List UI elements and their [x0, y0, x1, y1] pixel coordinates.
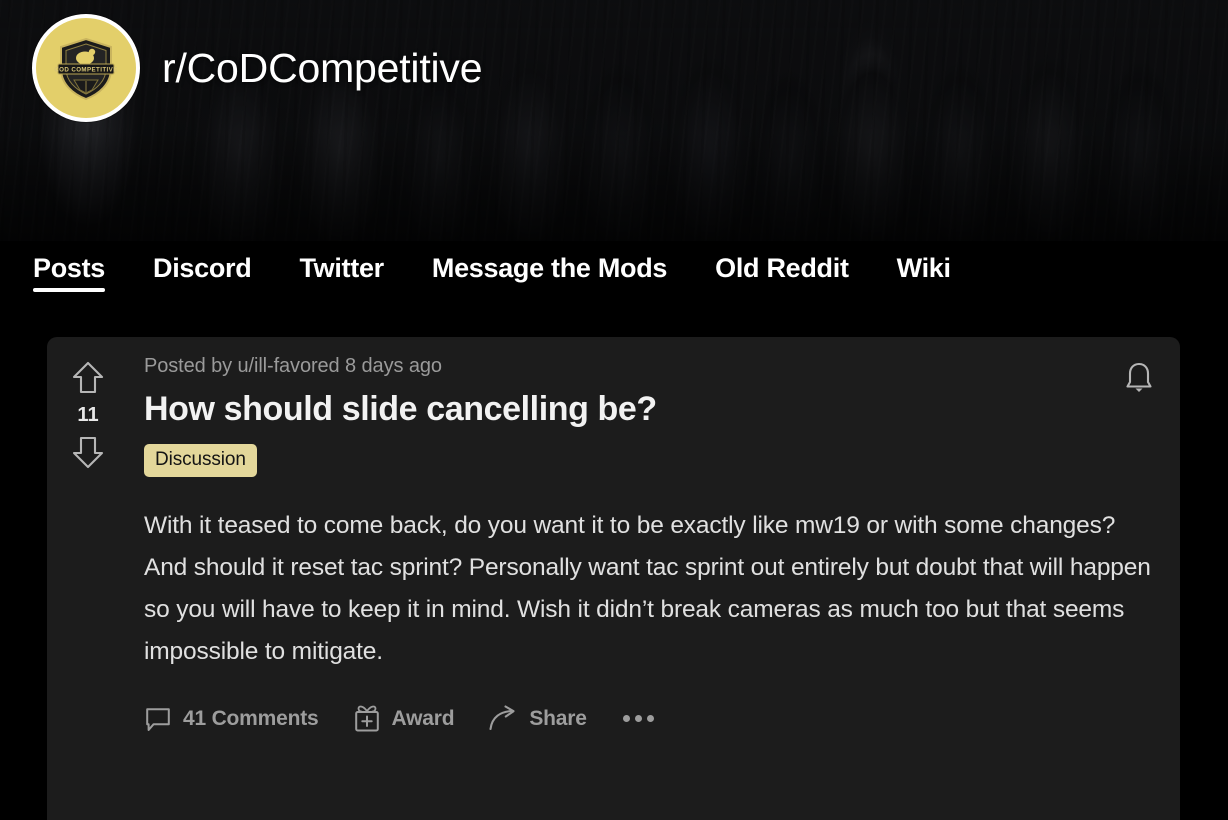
upvote-button[interactable]	[67, 357, 109, 399]
more-dots-icon	[622, 715, 630, 723]
more-dots-icon	[646, 715, 654, 723]
vote-column: 11	[47, 337, 129, 820]
share-button[interactable]: Share	[488, 705, 587, 733]
post-byline: Posted by u/ill-favored 8 days ago	[144, 355, 442, 377]
share-label: Share	[529, 706, 587, 730]
nav-tab-wiki[interactable]: Wiki	[897, 253, 951, 296]
community-nav: Posts Discord Twitter Message the Mods O…	[0, 241, 1228, 333]
cod-competitive-shield-logo-icon: COD COMPETITIVE	[54, 37, 117, 101]
nav-tab-message-the-mods-label: Message the Mods	[431, 253, 668, 283]
community-avatar[interactable]: COD COMPETITIVE	[32, 14, 140, 122]
nav-tab-message-the-mods[interactable]: Message the Mods	[431, 253, 668, 296]
nav-tab-twitter[interactable]: Twitter	[299, 253, 384, 296]
arrow-down-icon	[72, 436, 104, 469]
post-score: 11	[77, 404, 99, 426]
post-flair[interactable]: Discussion	[144, 444, 257, 478]
post-body-text: With it teased to come back, do you want…	[144, 512, 1151, 666]
post-card: 11 Posted by u/ill-favored 8 days ago Ho…	[47, 337, 1180, 820]
community-header: COD COMPETITIVE r/CoDCompetitive	[32, 14, 483, 122]
arrow-up-icon	[72, 361, 104, 394]
comment-bubble-icon	[146, 707, 170, 731]
nav-tab-wiki-label: Wiki	[896, 253, 951, 283]
nav-tab-posts[interactable]: Posts	[33, 253, 105, 296]
reddit-community-page: COD COMPETITIVE r/CoDCompetitive Posts D…	[0, 0, 1228, 820]
post-title[interactable]: How should slide cancelling be?	[144, 390, 1158, 428]
post-actions: 41 Comments Award Share	[144, 704, 1158, 734]
gift-plus-icon	[354, 705, 379, 732]
post-content: Posted by u/ill-favored 8 days ago How s…	[129, 337, 1180, 820]
nav-tab-posts-label: Posts	[33, 253, 106, 283]
downvote-button[interactable]	[67, 431, 109, 473]
comments-button[interactable]: 41 Comments	[144, 705, 319, 733]
bell-icon	[1126, 362, 1152, 392]
share-arrow-icon	[489, 705, 515, 730]
nav-tab-old-reddit-label: Old Reddit	[715, 253, 849, 283]
community-name: r/CoDCompetitive	[162, 44, 483, 91]
award-button[interactable]: Award	[353, 704, 455, 734]
nav-tab-twitter-label: Twitter	[299, 253, 384, 283]
svg-text:COD COMPETITIVE: COD COMPETITIVE	[54, 67, 117, 74]
more-options-button[interactable]	[621, 707, 656, 730]
award-label: Award	[391, 706, 455, 730]
nav-tab-discord-label: Discord	[153, 253, 252, 283]
nav-tab-discord[interactable]: Discord	[153, 253, 252, 296]
nav-tab-old-reddit[interactable]: Old Reddit	[715, 253, 849, 296]
comments-label: 41 Comments	[183, 706, 319, 730]
more-dots-icon	[634, 715, 642, 723]
notification-subscribe-button[interactable]	[1116, 355, 1162, 401]
